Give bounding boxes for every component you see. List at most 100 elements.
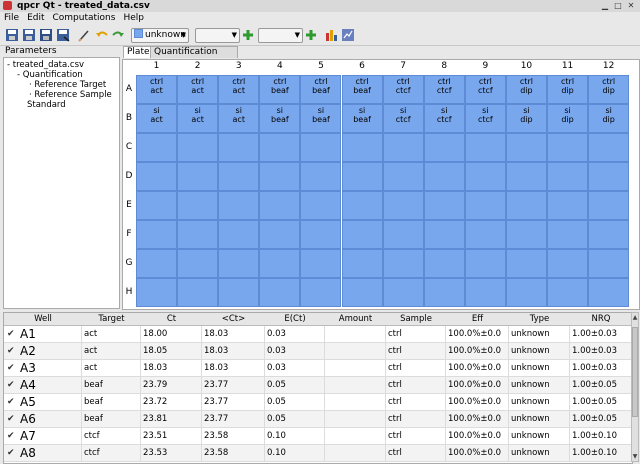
plate-well[interactable]: [588, 278, 630, 307]
tree-item-reference-sample[interactable]: · Reference Sample: [29, 90, 112, 100]
table-cell[interactable]: 23.58: [202, 445, 265, 461]
plate-well[interactable]: [547, 249, 589, 278]
scroll-down-icon[interactable]: ▼: [632, 453, 638, 461]
plate-row-header[interactable]: D: [123, 162, 135, 191]
table-cell[interactable]: ctcf: [82, 428, 141, 444]
table-cell[interactable]: 100.0%±0.0: [446, 360, 509, 376]
table-cell[interactable]: 0.05: [265, 377, 325, 393]
plate-well[interactable]: [136, 133, 178, 162]
table-cell[interactable]: [325, 411, 386, 427]
plate-well[interactable]: [136, 191, 178, 220]
column-header[interactable]: Ct: [141, 313, 202, 325]
table-cell[interactable]: 0.05: [265, 411, 325, 427]
table-cell[interactable]: ctrl: [386, 326, 446, 342]
plate-well[interactable]: si beaf: [259, 104, 301, 133]
plate-well[interactable]: [341, 162, 383, 191]
table-cell[interactable]: 18.00: [141, 326, 202, 342]
table-cell[interactable]: ctrl: [386, 394, 446, 410]
type-combo[interactable]: unknown ▼: [131, 28, 189, 43]
table-cell[interactable]: 1.00±0.03: [570, 326, 632, 342]
row-checkbox-icon[interactable]: ✔: [7, 411, 15, 427]
plate-well[interactable]: [588, 191, 630, 220]
plate-well[interactable]: [177, 133, 219, 162]
plate-well[interactable]: [505, 191, 547, 220]
plate-well[interactable]: [547, 220, 589, 249]
plate-well[interactable]: [464, 133, 506, 162]
plate-column-header[interactable]: 9: [465, 60, 506, 72]
plate-well[interactable]: [341, 249, 383, 278]
table-cell[interactable]: ctrl: [386, 411, 446, 427]
plate-well[interactable]: ctrl beaf: [259, 75, 301, 104]
table-cell[interactable]: beaf: [82, 377, 141, 393]
table-cell[interactable]: 0.10: [265, 445, 325, 461]
menu-computations[interactable]: Computations: [49, 12, 120, 25]
table-row[interactable]: ✔ A4 beaf 23.79 23.77 0.05 ctrl 100.0%±0.0 unkno…: [4, 377, 632, 394]
column-header[interactable]: Type: [509, 313, 570, 325]
plate-well[interactable]: si dip: [588, 104, 630, 133]
plate-row-header[interactable]: H: [123, 278, 135, 307]
table-cell[interactable]: 23.51: [141, 428, 202, 444]
plate-column-header[interactable]: 7: [383, 60, 424, 72]
row-checkbox-icon[interactable]: ✔: [7, 326, 15, 342]
table-cell[interactable]: A7: [18, 428, 82, 444]
table-row[interactable]: ✔ A1 act 18.00 18.03 0.03 ctrl 100.0%±0.0 unknow…: [4, 326, 632, 343]
table-cell[interactable]: 18.03: [141, 360, 202, 376]
table-cell[interactable]: 1.00±0.05: [570, 394, 632, 410]
scrollbar-thumb[interactable]: [632, 327, 638, 417]
table-cell[interactable]: beaf: [82, 394, 141, 410]
table-cell[interactable]: ctrl: [386, 377, 446, 393]
plate-well[interactable]: [423, 249, 465, 278]
table-cell[interactable]: 23.79: [141, 377, 202, 393]
tab-plate[interactable]: Plate: [123, 46, 153, 58]
plate-column-header[interactable]: 5: [300, 60, 341, 72]
plate-well[interactable]: [464, 162, 506, 191]
table-cell[interactable]: 23.58: [202, 428, 265, 444]
table-cell[interactable]: A3: [18, 360, 82, 376]
plate-well[interactable]: [423, 133, 465, 162]
table-row[interactable]: ✔ A5 beaf 23.72 23.77 0.05 ctrl 100.0%±0.0 unkno…: [4, 394, 632, 411]
table-cell[interactable]: 1.00±0.05: [570, 377, 632, 393]
plate-well[interactable]: [300, 191, 342, 220]
column-header[interactable]: E(Ct): [265, 313, 325, 325]
plate-well[interactable]: ctrl ctcf: [423, 75, 465, 104]
plate-row-header[interactable]: C: [123, 133, 135, 162]
column-header[interactable]: <Ct>: [202, 313, 265, 325]
sample-combo[interactable]: ▼: [258, 28, 303, 43]
plate-well[interactable]: [259, 249, 301, 278]
plate-column-header[interactable]: 2: [177, 60, 218, 72]
plate-row-header[interactable]: E: [123, 191, 135, 220]
plate-well[interactable]: [382, 162, 424, 191]
plate-well[interactable]: si act: [218, 104, 260, 133]
plate-well[interactable]: ctrl beaf: [300, 75, 342, 104]
column-header[interactable]: Sample: [386, 313, 446, 325]
column-header[interactable]: Eff: [446, 313, 509, 325]
plate-well[interactable]: [218, 133, 260, 162]
plate-column-header[interactable]: 3: [218, 60, 259, 72]
plate-well[interactable]: [341, 220, 383, 249]
table-cell[interactable]: ctrl: [386, 428, 446, 444]
plate-well[interactable]: [505, 278, 547, 307]
plate-well[interactable]: [300, 249, 342, 278]
plate-well[interactable]: [259, 162, 301, 191]
column-header[interactable]: Target: [82, 313, 141, 325]
table-cell[interactable]: unknown: [509, 411, 570, 427]
plate-column-header[interactable]: 11: [547, 60, 588, 72]
menu-file[interactable]: File: [0, 12, 23, 25]
save-icon[interactable]: [5, 28, 19, 42]
table-row[interactable]: ✔ A8 ctcf 23.53 23.58 0.10 ctrl 100.0%±0.0 unkno…: [4, 445, 632, 462]
plate-well[interactable]: ctrl dip: [588, 75, 630, 104]
table-cell[interactable]: ctrl: [386, 445, 446, 461]
table-cell[interactable]: A4: [18, 377, 82, 393]
table-cell[interactable]: 18.03: [202, 326, 265, 342]
plate-well[interactable]: si act: [177, 104, 219, 133]
table-cell[interactable]: act: [82, 343, 141, 359]
plate-well[interactable]: [382, 191, 424, 220]
table-cell[interactable]: unknown: [509, 445, 570, 461]
plate-column-header[interactable]: 8: [424, 60, 465, 72]
plate-well[interactable]: [218, 249, 260, 278]
plate-row-header[interactable]: F: [123, 220, 135, 249]
tree-item-standard[interactable]: Standard: [27, 100, 66, 110]
plate-well[interactable]: [259, 220, 301, 249]
save-copy-icon[interactable]: [39, 28, 53, 42]
plate-column-header[interactable]: 6: [342, 60, 383, 72]
